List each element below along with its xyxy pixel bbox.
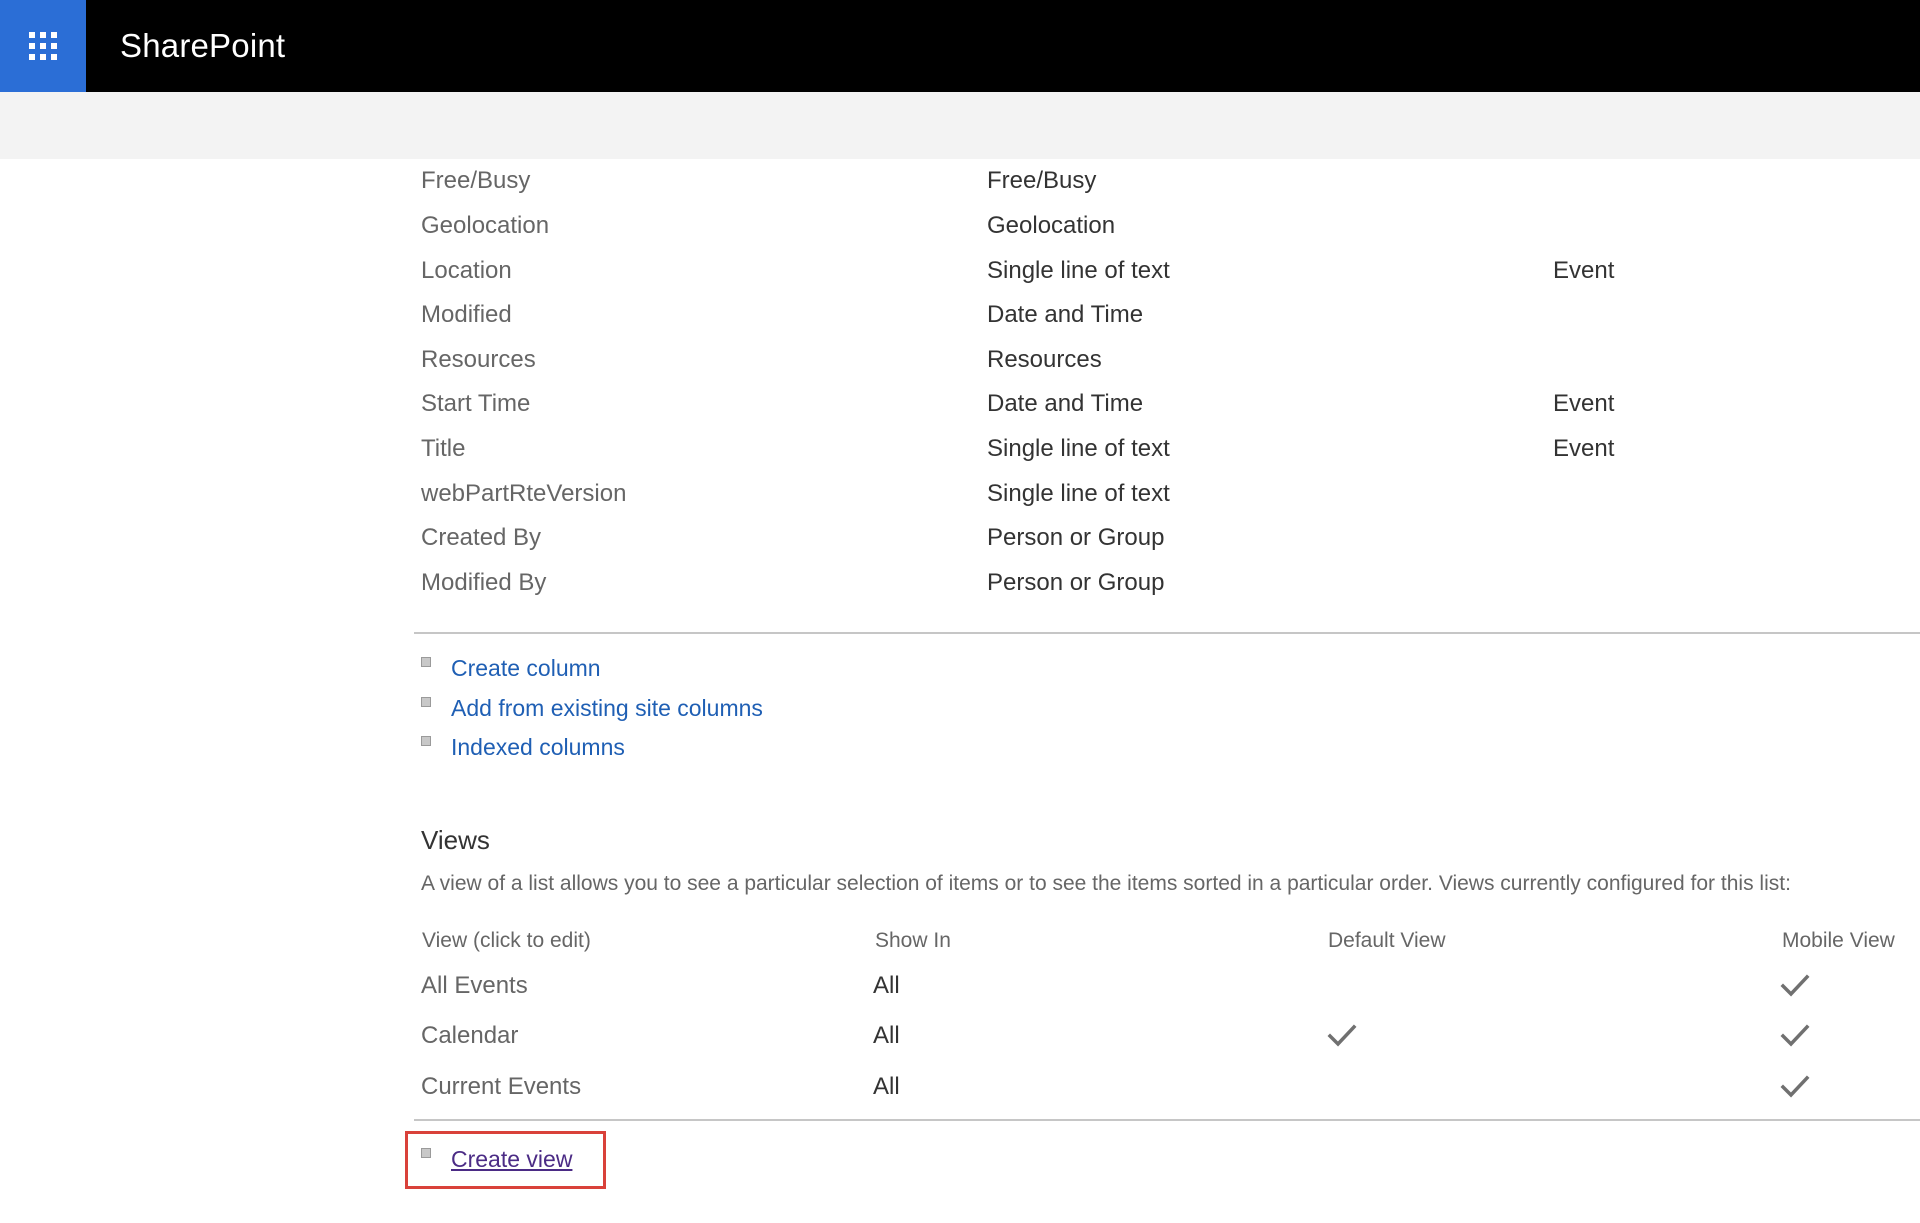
column-name[interactable]: Location — [421, 249, 512, 293]
column-type: Free/Busy — [987, 167, 1097, 194]
view-row: Current Events All — [0, 1062, 1920, 1112]
column-name[interactable]: Modified By — [421, 561, 546, 605]
header-default-view: Default View — [1328, 929, 1446, 952]
column-type: Person or Group — [987, 569, 1165, 596]
view-show-in: All — [873, 972, 900, 999]
bullet-square-icon — [421, 657, 431, 667]
checkmark-icon — [1780, 974, 1810, 997]
app-launcher-button[interactable] — [0, 0, 86, 92]
column-name[interactable]: Created By — [421, 516, 541, 560]
column-name[interactable]: Start Time — [421, 382, 530, 426]
column-type: Single line of text — [987, 480, 1170, 507]
bullet-square-icon — [421, 1148, 431, 1158]
column-used-in: Event — [1553, 257, 1615, 284]
create-view-item: Create view — [421, 1139, 572, 1179]
column-type: Geolocation — [987, 212, 1116, 239]
create-column-item: Create column — [421, 648, 601, 688]
column-row: Start Time Date and Time Event — [0, 382, 1920, 426]
column-name[interactable]: Geolocation — [421, 204, 549, 248]
views-heading: Views — [421, 825, 490, 855]
view-name-link[interactable]: Current Events — [421, 1062, 581, 1112]
views-divider — [414, 1119, 1920, 1121]
suite-bar: SharePoint — [0, 0, 1920, 92]
view-row: All Events All — [0, 961, 1920, 1011]
column-row: Free/Busy Free/Busy — [0, 159, 1920, 203]
bullet-square-icon — [421, 736, 431, 746]
column-name[interactable]: Title — [421, 427, 465, 471]
bullet-square-icon — [421, 697, 431, 707]
header-mobile-view: Mobile View — [1782, 929, 1895, 952]
header-show-in: Show In — [875, 929, 951, 952]
checkmark-icon — [1780, 1024, 1810, 1047]
checkmark-icon — [1780, 1075, 1810, 1098]
column-used-in: Event — [1553, 390, 1615, 417]
column-row: Resources Resources — [0, 338, 1920, 382]
view-show-in: All — [873, 1022, 900, 1049]
column-row: Modified Date and Time — [0, 293, 1920, 337]
column-row: Created By Person or Group — [0, 516, 1920, 560]
column-type: Resources — [987, 346, 1102, 373]
column-type: Date and Time — [987, 301, 1144, 328]
ribbon-bar — [0, 92, 1920, 159]
column-row: Title Single line of text Event — [0, 427, 1920, 471]
column-type: Single line of text — [987, 435, 1170, 462]
column-row: Geolocation Geolocation — [0, 204, 1920, 248]
column-type: Date and Time — [987, 390, 1144, 417]
column-name[interactable]: Resources — [421, 338, 536, 382]
app-launcher-icon — [29, 32, 57, 60]
create-column-link[interactable]: Create column — [451, 655, 601, 681]
indexed-columns-item: Indexed columns — [421, 727, 625, 767]
column-row: Modified By Person or Group — [0, 561, 1920, 605]
indexed-columns-link[interactable]: Indexed columns — [451, 734, 625, 760]
view-row: Calendar All — [0, 1011, 1920, 1061]
views-description: A view of a list allows you to see a par… — [421, 872, 1791, 895]
column-name[interactable]: Free/Busy — [421, 159, 530, 203]
app-name-link[interactable]: SharePoint — [120, 24, 285, 68]
view-name-link[interactable]: Calendar — [421, 1011, 518, 1061]
columns-divider — [414, 632, 1920, 634]
view-show-in: All — [873, 1073, 900, 1100]
header-view: View (click to edit) — [422, 929, 591, 952]
column-row: webPartRteVersion Single line of text — [0, 472, 1920, 516]
checkmark-icon — [1327, 1024, 1357, 1047]
add-existing-columns-link[interactable]: Add from existing site columns — [451, 695, 763, 721]
create-view-link[interactable]: Create view — [451, 1146, 572, 1172]
column-name[interactable]: Modified — [421, 293, 512, 337]
column-type: Person or Group — [987, 524, 1165, 551]
column-row: Location Single line of text Event — [0, 249, 1920, 293]
column-type: Single line of text — [987, 257, 1170, 284]
column-used-in: Event — [1553, 435, 1615, 462]
view-name-link[interactable]: All Events — [421, 961, 528, 1011]
add-existing-columns-item: Add from existing site columns — [421, 688, 763, 728]
column-name[interactable]: webPartRteVersion — [421, 472, 626, 516]
